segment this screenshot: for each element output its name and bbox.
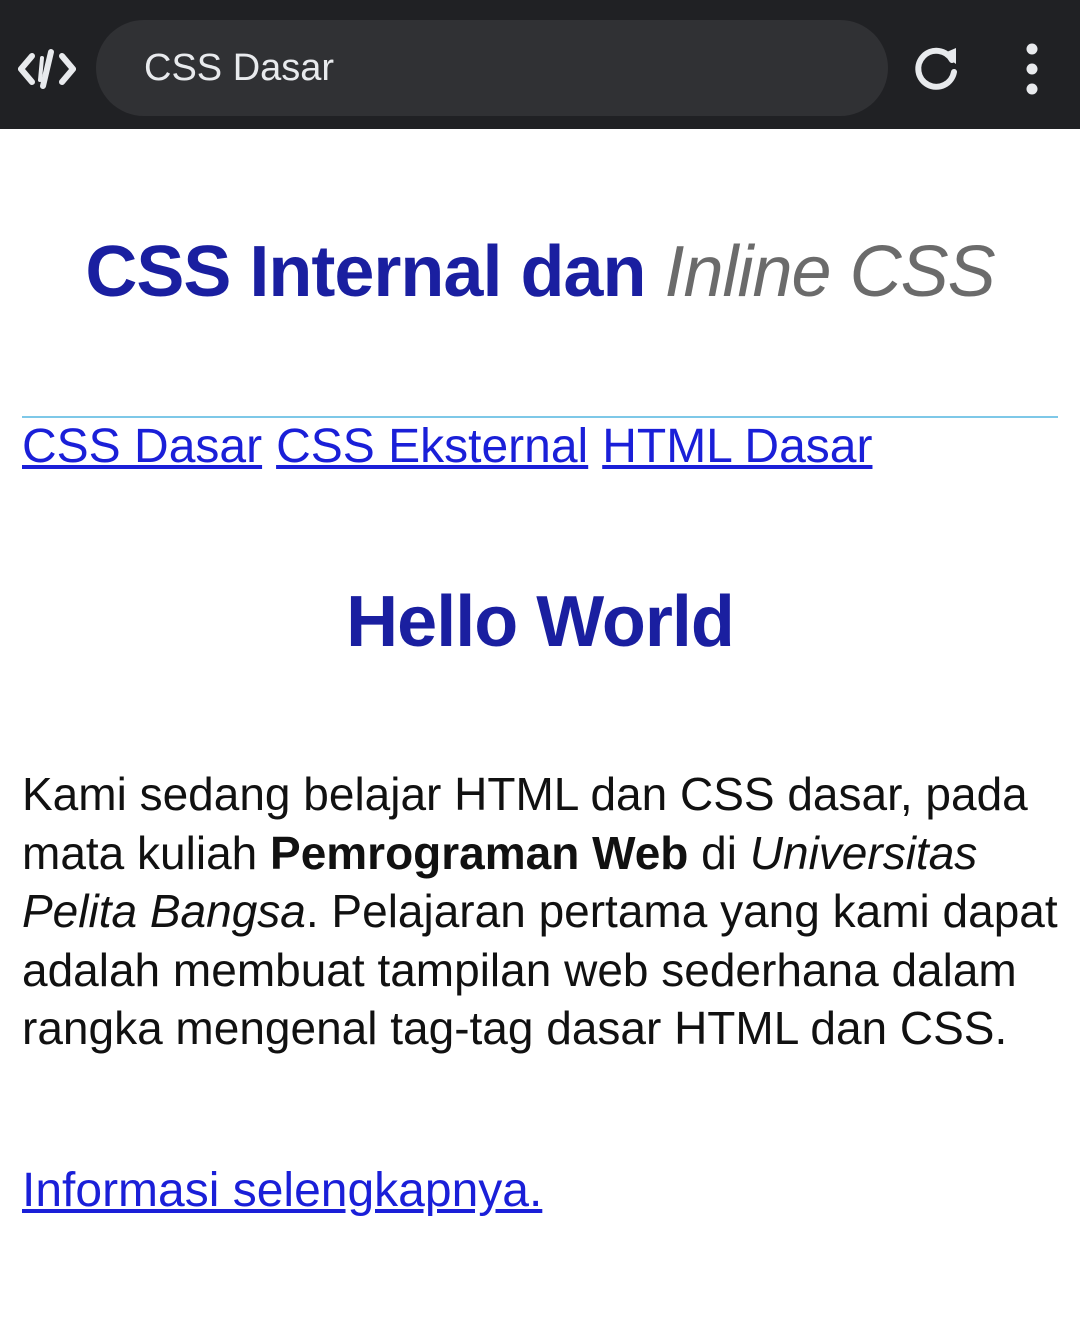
horizontal-rule xyxy=(22,416,1058,418)
hello-heading: Hello World xyxy=(346,582,735,662)
page-title: CSS Internal dan Inline CSS xyxy=(22,231,1058,313)
nav-links: CSS Dasar CSS Eksternal HTML Dasar xyxy=(22,419,886,474)
reload-icon[interactable] xyxy=(908,40,964,96)
address-bar-text[interactable]: CSS Dasar xyxy=(144,20,334,116)
nav-link-css-dasar[interactable]: CSS Dasar xyxy=(22,420,262,473)
paragraph-bold: Pemrograman Web xyxy=(270,826,689,879)
code-brackets-icon[interactable] xyxy=(18,46,76,92)
intro-paragraph: Kami sedang belajar HTML dan CSS dasar, … xyxy=(22,765,1058,1058)
nav-link-html-dasar[interactable]: HTML Dasar xyxy=(602,420,872,473)
page-title-inline: Inline CSS xyxy=(664,232,995,312)
more-vertical-icon[interactable] xyxy=(1008,40,1056,98)
address-bar[interactable]: CSS Dasar xyxy=(96,20,888,116)
more-info-link[interactable]: Informasi selengkapnya. xyxy=(22,1163,542,1218)
browser-toolbar: CSS Dasar xyxy=(0,0,1080,129)
page-title-main: CSS Internal dan xyxy=(85,232,646,312)
nav-link-css-eksternal[interactable]: CSS Eksternal xyxy=(276,420,588,473)
paragraph-text-2: di xyxy=(688,826,750,879)
